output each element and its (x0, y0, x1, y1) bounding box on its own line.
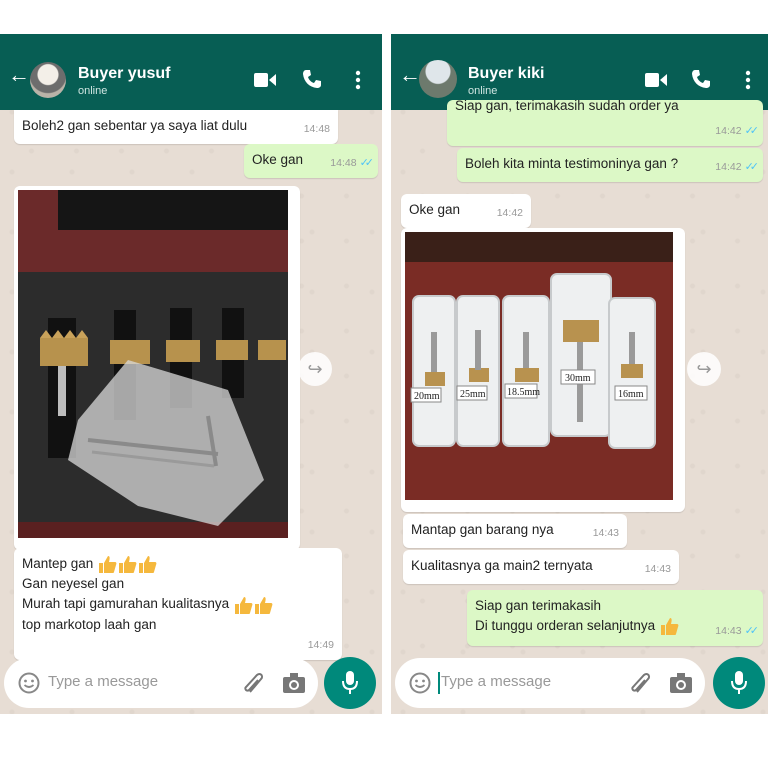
attach-icon[interactable] (242, 670, 266, 696)
message-time: 14:48 (303, 123, 330, 135)
message-input[interactable]: Type a message (441, 673, 551, 690)
photo-hole-saw-set (18, 190, 288, 538)
photo-label: 25mm (460, 389, 486, 400)
message-text: Kualitasnya ga main2 ternyata (411, 558, 593, 573)
message-line: Murah tapi gamurahan kualitasnya (22, 594, 334, 614)
back-arrow-icon[interactable]: ← (8, 64, 30, 86)
photo-label: 18.5mm (507, 387, 540, 398)
message-text: Di tunggu orderan selanjutnya (475, 618, 656, 633)
message-line: Di tunggu orderan selanjutnya (475, 616, 755, 636)
read-ticks-icon: ✓✓ (744, 161, 760, 173)
more-menu-icon[interactable] (745, 70, 751, 90)
photo-hole-saw-boxes: 20mm 25mm 18.5mm 30mm 16mm (405, 232, 673, 500)
mic-icon (342, 671, 358, 694)
message-bubble-outgoing[interactable]: Oke gan 14:48 ✓✓ (244, 144, 378, 178)
chat-header: ← Buyer yusuf online (0, 34, 382, 110)
message-time: 14:48 (330, 157, 357, 169)
message-line: Mantep gan (22, 554, 334, 574)
phone-call-icon[interactable] (302, 69, 322, 89)
message-bubble-incoming[interactable]: Boleh2 gan sebentar ya saya liat dulu 14… (14, 110, 338, 144)
read-ticks-icon: ✓✓ (359, 157, 375, 169)
mic-button[interactable] (713, 657, 765, 709)
thumbs-up-icon (254, 596, 273, 614)
message-input[interactable]: Type a message (48, 673, 158, 690)
emoji-icon[interactable] (18, 672, 40, 694)
thumbs-up-icon (139, 556, 157, 574)
phone-call-icon[interactable] (691, 69, 711, 89)
message-time: 14:43 (592, 527, 619, 539)
message-time: 14:42 (496, 207, 523, 219)
message-time: 14:43 (644, 563, 671, 575)
camera-icon[interactable] (282, 672, 306, 694)
forward-icon[interactable]: ↪ (687, 352, 721, 386)
message-text: Siap gan, terimakasih sudah order ya (455, 98, 679, 113)
message-bubble-incoming[interactable]: Kualitasnya ga main2 ternyata 14:43 (403, 550, 679, 584)
video-call-icon[interactable] (254, 72, 276, 88)
read-ticks-icon: ✓✓ (744, 625, 760, 637)
emoji-icon[interactable] (409, 672, 431, 694)
message-bubble-outgoing[interactable]: Siap gan, terimakasih sudah order ya 14:… (447, 98, 763, 146)
mic-button[interactable] (324, 657, 376, 709)
photo-message[interactable]: 20mm 25mm 18.5mm 30mm 16mm (401, 228, 685, 512)
forward-icon[interactable]: ↪ (298, 352, 332, 386)
contact-status: online (78, 85, 108, 97)
message-input-bar[interactable]: Type a message (4, 658, 318, 708)
message-bubble-incoming[interactable]: Mantep gan Gan neyesel gan Murah tapi ga… (14, 548, 342, 660)
contact-name[interactable]: Buyer yusuf (78, 65, 170, 83)
message-text: Mantap gan barang nya (411, 522, 554, 537)
photo-label: 16mm (618, 389, 644, 400)
message-meta: 14:43 ✓✓ (715, 621, 760, 641)
message-time: 14:49 (307, 639, 334, 651)
message-input-bar[interactable]: Type a message (395, 658, 705, 708)
read-ticks-icon: ✓✓ (744, 125, 760, 137)
photo-label: 20mm (414, 391, 440, 402)
message-text: Boleh2 gan sebentar ya saya liat dulu (22, 118, 248, 133)
chat-window-right: ← Buyer kiki online Siap gan, terimakasi… (391, 34, 768, 714)
thumbs-up-icon (99, 556, 117, 574)
message-line: Siap gan terimakasih (475, 598, 602, 613)
thumbs-up-icon (119, 556, 137, 574)
avatar[interactable] (30, 62, 66, 98)
thumbs-up-icon (234, 596, 253, 614)
thumbs-up-icon (660, 618, 679, 636)
message-text: Murah tapi gamurahan kualitasnya (22, 596, 230, 612)
message-bubble-outgoing[interactable]: Boleh kita minta testimoninya gan ? 14:4… (457, 148, 763, 182)
chat-window-left: ← Buyer yusuf online Boleh2 gan sebentar… (0, 34, 382, 714)
contact-name[interactable]: Buyer kiki (468, 65, 544, 83)
camera-icon[interactable] (669, 672, 693, 694)
message-text: Boleh kita minta testimoninya gan ? (465, 156, 679, 171)
message-time: 14:42 (715, 161, 742, 173)
message-line: Gan neyesel gan (22, 576, 125, 592)
message-bubble-incoming[interactable]: Mantap gan barang nya 14:43 (403, 514, 627, 548)
message-bubble-incoming[interactable]: Oke gan 14:42 (401, 194, 531, 228)
message-time: 14:43 (715, 625, 742, 637)
message-time: 14:42 (715, 125, 742, 137)
video-call-icon[interactable] (645, 72, 667, 88)
message-text: Oke gan (409, 202, 461, 217)
message-meta: 14:42 ✓✓ (715, 121, 760, 141)
more-menu-icon[interactable] (355, 70, 361, 90)
photo-message[interactable] (14, 186, 300, 550)
avatar[interactable] (419, 60, 457, 98)
message-meta: 14:42 ✓✓ (715, 157, 760, 177)
back-arrow-icon[interactable]: ← (399, 64, 421, 86)
message-text: Oke gan (252, 152, 304, 167)
attach-icon[interactable] (629, 670, 653, 696)
text-cursor (438, 672, 440, 694)
message-text: Mantep gan (22, 556, 94, 571)
message-line: top markotop laah gan (22, 616, 157, 632)
photo-label: 30mm (565, 373, 591, 384)
message-bubble-outgoing[interactable]: Siap gan terimakasih Di tunggu orderan s… (467, 590, 763, 646)
mic-icon (731, 671, 747, 694)
message-meta: 14:48 ✓✓ (330, 153, 375, 173)
